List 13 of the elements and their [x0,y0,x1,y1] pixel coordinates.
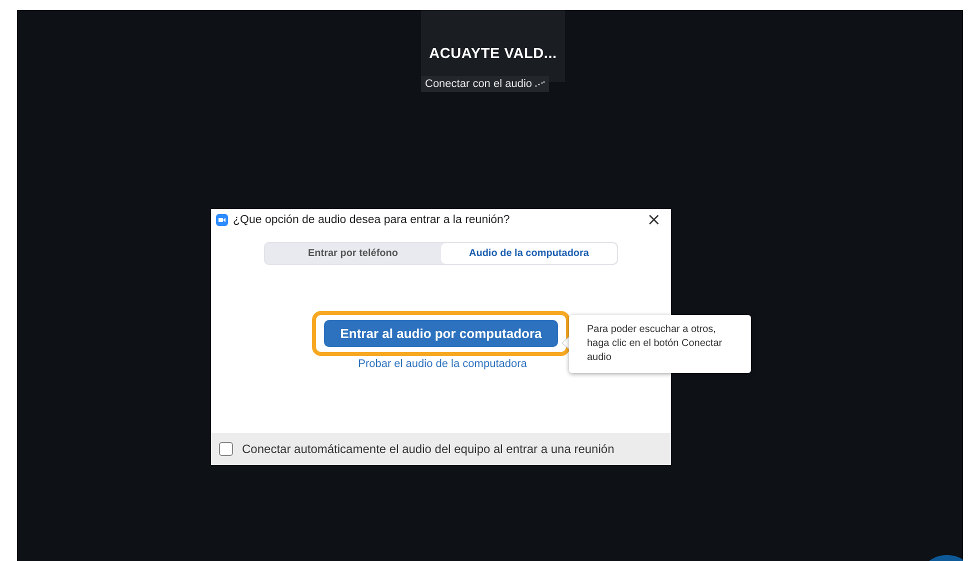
close-button[interactable]: × [642,212,665,228]
test-audio-link[interactable]: Probar el audio de la computadora [358,358,527,370]
camera-app-icon [216,214,228,226]
loading-dots-icon [535,81,546,87]
audio-option-tab[interactable]: Entrar por teléfono [265,243,441,264]
join-audio-button[interactable]: Entrar al audio por computadora [324,320,558,347]
audio-status: Conectar con el audio [421,76,550,92]
auto-connect-label: Conectar automáticamente el audio del equipo al entrar a una reunión [242,442,614,456]
participant-name: ACUAYTE VALD... [429,46,557,62]
auto-connect-checkbox[interactable] [219,442,233,456]
tooltip-text: Para poder escuchar a otros, haga clic en el botón Conectar audio [569,315,751,373]
dialog-title: ¿Que opción de audio desea para entrar a la reunión? [233,214,511,226]
audio-option-tab[interactable]: Audio de la computadora [441,243,617,264]
